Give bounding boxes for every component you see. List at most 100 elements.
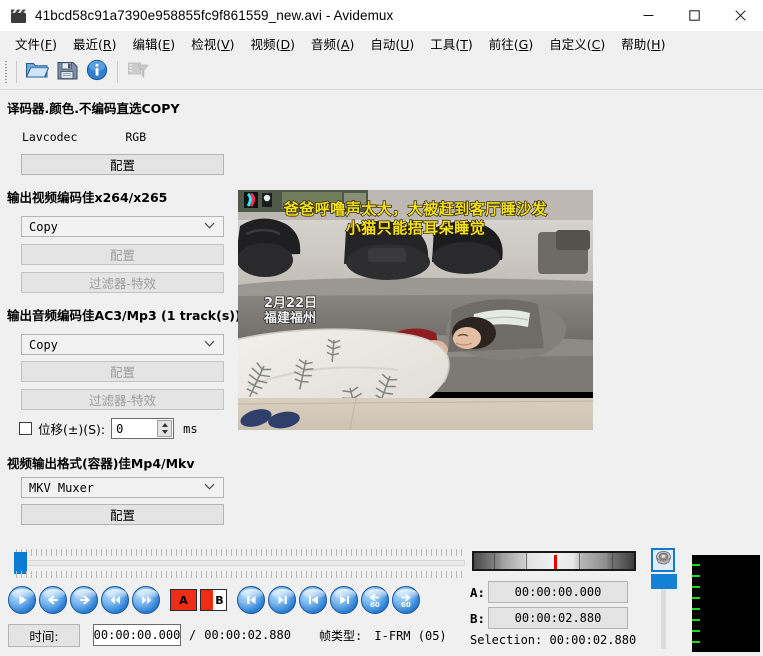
menu-recent-label: 最近 xyxy=(73,36,99,52)
marker-a-button[interactable]: A xyxy=(170,589,197,611)
video-output-filters-button[interactable]: 过滤器-特效 xyxy=(21,272,224,293)
menu-recent[interactable]: 最近(R) xyxy=(65,31,124,56)
chevron-down-icon xyxy=(204,336,215,350)
frame-type-label: 帧类型: xyxy=(318,628,363,643)
menu-audio-mnemonic: A xyxy=(340,36,350,52)
video-output-codec-select[interactable]: Copy xyxy=(21,216,224,237)
menu-auto-mnemonic: U xyxy=(400,36,410,52)
vu-scale-tick xyxy=(692,575,700,577)
vu-scale-tick xyxy=(692,619,700,621)
menu-edit-label: 编辑 xyxy=(132,36,158,52)
menu-video-label: 视频 xyxy=(250,36,276,52)
stepper-down-icon[interactable] xyxy=(161,430,168,435)
menu-goto-label: 前往 xyxy=(488,36,514,52)
fast-forward-button[interactable] xyxy=(132,586,160,614)
decoder-colorspace: RGB xyxy=(125,130,147,144)
marker-b-time-field[interactable]: 00:00:02.880 xyxy=(488,607,628,629)
menu-tools-mnemonic: T xyxy=(460,36,468,52)
toolbar-grip[interactable] xyxy=(2,59,11,85)
title-bar-left: 41bcd58c91a7390e958855fc9f861559_new.avi… xyxy=(10,0,393,31)
save-file-button[interactable] xyxy=(52,58,82,86)
open-file-button[interactable] xyxy=(22,58,52,86)
menu-video[interactable]: 视频(D) xyxy=(243,31,303,56)
maximize-button[interactable] xyxy=(671,0,717,31)
menu-file[interactable]: 文件(F) xyxy=(7,31,65,56)
audio-output-filters-button[interactable]: 过滤器-特效 xyxy=(21,389,224,410)
video-output-heading: 输出视频编码佳x264/x265 xyxy=(7,190,168,205)
step-forward-button[interactable] xyxy=(70,586,98,614)
back-60-button[interactable]: 60 xyxy=(361,586,389,614)
marker-a-time-field[interactable]: 00:00:00.000 xyxy=(488,581,628,603)
menu-goto[interactable]: 前往(G) xyxy=(481,31,541,56)
chevron-down-icon xyxy=(204,218,215,232)
video-decoder-configure-button[interactable]: 配置 xyxy=(21,154,224,175)
audio-shift-stepper[interactable] xyxy=(157,420,173,437)
audio-shift-checkbox[interactable] xyxy=(19,422,32,435)
minimize-button[interactable] xyxy=(625,0,671,31)
menu-edit[interactable]: 编辑(E) xyxy=(124,31,183,56)
window-controls xyxy=(625,0,763,31)
navigation-bar[interactable] xyxy=(472,551,636,571)
output-format-select[interactable]: MKV Muxer xyxy=(21,477,224,498)
close-button[interactable] xyxy=(717,0,763,31)
output-config-panel: 译码器.颜色.不编码直选COPY Lavcodec RGB 配置 输出视频编码佳… xyxy=(0,90,241,545)
toolbar-separator xyxy=(16,60,17,83)
panel-scrollbar[interactable] xyxy=(755,90,763,545)
timeline-groove[interactable] xyxy=(16,560,465,566)
prev-black-frame-button[interactable] xyxy=(299,586,327,614)
audio-output-configure-button[interactable]: 配置 xyxy=(21,361,224,382)
step-backward-button[interactable] xyxy=(39,586,67,614)
video-preview[interactable]: 爸爸呼噜声太大，大被赶到客厅睡沙发 小猫只能捂耳朵睡觉 2月22日 福建福州 xyxy=(238,190,593,430)
marker-b-label: B xyxy=(215,593,224,607)
mute-toggle-button[interactable] xyxy=(651,548,675,572)
decoder-name: Lavcodec xyxy=(22,130,78,144)
marker-a-label: A xyxy=(171,593,196,607)
menu-help-label: 帮助 xyxy=(621,36,647,52)
menu-custom[interactable]: 自定义(C) xyxy=(541,31,613,56)
forward-60-button[interactable]: 60 xyxy=(392,586,420,614)
menu-audio[interactable]: 音频(A) xyxy=(303,31,362,56)
menu-auto-label: 自动 xyxy=(370,36,396,52)
video-output-codec-value: Copy xyxy=(29,219,58,234)
prev-keyframe-button[interactable] xyxy=(237,586,265,614)
menu-edit-mnemonic: E xyxy=(162,36,171,52)
next-keyframe-button[interactable] xyxy=(268,586,296,614)
transport-controls: A B 60 60 xyxy=(8,583,420,617)
nav-segment-divider xyxy=(612,553,613,569)
chevron-down-icon xyxy=(204,479,215,493)
vu-scale-tick xyxy=(692,586,700,588)
output-format-configure-button[interactable]: 配置 xyxy=(21,504,224,525)
audio-shift-value: 0 xyxy=(116,421,124,436)
audio-output-codec-select[interactable]: Copy xyxy=(21,334,224,355)
time-button[interactable]: 时间: xyxy=(8,623,80,647)
window-title: 41bcd58c91a7390e958855fc9f861559_new.avi… xyxy=(35,8,394,23)
stepper-up-icon[interactable] xyxy=(161,422,168,427)
menu-help[interactable]: 帮助(H) xyxy=(613,31,673,56)
current-time-field[interactable]: 00:00:00.000 xyxy=(93,624,181,646)
timeline-ticks-top xyxy=(16,549,465,556)
marker-b-button[interactable]: B xyxy=(200,589,227,611)
volume-slider-handle[interactable] xyxy=(651,574,677,589)
audio-shift-input[interactable]: 0 xyxy=(111,418,175,439)
open-file-icon xyxy=(25,59,50,84)
marker-b-row: B: 00:00:02.880 xyxy=(470,607,628,629)
nav-segment-divider xyxy=(494,553,495,569)
audio-vu-meter xyxy=(692,555,760,652)
video-frame xyxy=(238,190,593,430)
svg-text:60: 60 xyxy=(370,601,380,608)
video-filter-button[interactable] xyxy=(123,58,153,86)
next-black-frame-button[interactable] xyxy=(330,586,358,614)
film-clapper-icon xyxy=(10,7,28,25)
menu-view[interactable]: 检视(V) xyxy=(183,31,242,56)
menu-view-mnemonic: V xyxy=(221,36,230,52)
frame-type-value: I-FRM (05) xyxy=(374,628,447,643)
time-separator: / xyxy=(189,628,197,642)
timeline-slider[interactable] xyxy=(6,549,465,579)
menu-auto[interactable]: 自动(U) xyxy=(362,31,422,56)
file-info-button[interactable] xyxy=(82,58,112,86)
play-button[interactable] xyxy=(8,586,36,614)
menu-tools[interactable]: 工具(T) xyxy=(422,31,480,56)
menu-custom-label: 自定义 xyxy=(549,36,587,52)
rewind-button[interactable] xyxy=(101,586,129,614)
video-output-configure-button[interactable]: 配置 xyxy=(21,244,224,265)
